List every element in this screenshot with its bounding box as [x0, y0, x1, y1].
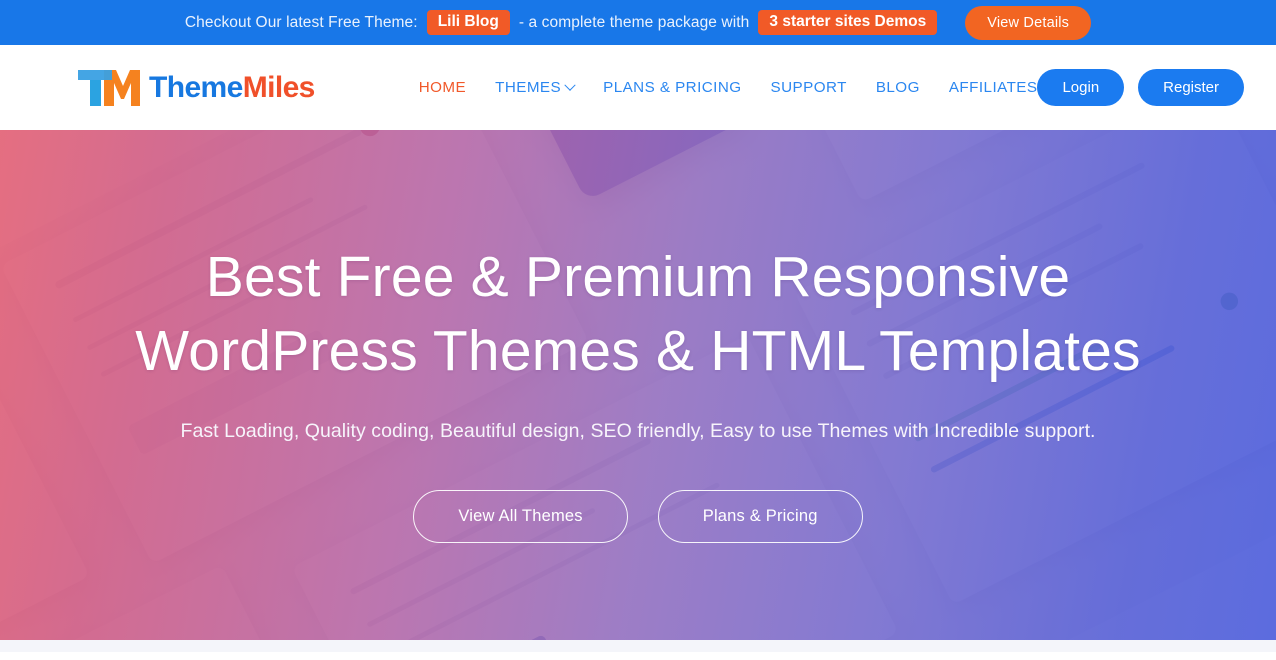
- hero-subtitle: Fast Loading, Quality coding, Beautiful …: [180, 420, 1096, 443]
- nav-item-themes-label: THEMES: [495, 79, 562, 96]
- nav-item-affiliates[interactable]: AFFILIATES: [949, 79, 1038, 96]
- site-logo[interactable]: ThemeMiles: [78, 66, 315, 110]
- logo-word-miles: Miles: [242, 70, 316, 104]
- starter-sites-badge: 3 starter sites Demos: [758, 9, 938, 36]
- announcement-content: Checkout Our latest Free Theme: Lili Blo…: [184, 5, 1092, 40]
- logo-wordmark: ThemeMiles: [149, 70, 316, 104]
- register-button[interactable]: Register: [1138, 69, 1245, 106]
- lili-blog-badge[interactable]: Lili Blog: [426, 9, 510, 36]
- hero-cta-group: View All Themes Plans & Pricing: [413, 490, 863, 544]
- hero-title-line-1: Best Free & Premium Responsive: [205, 245, 1071, 309]
- nav-item-blog[interactable]: BLOG: [876, 79, 920, 96]
- main-navigation: HOME THEMES PLANS & PRICING SUPPORT BLOG…: [419, 79, 1038, 96]
- view-details-button[interactable]: View Details: [965, 5, 1092, 40]
- nav-item-home[interactable]: HOME: [419, 79, 466, 96]
- logo-word-theme: Theme: [149, 70, 243, 104]
- login-button[interactable]: Login: [1037, 69, 1125, 106]
- site-header: ThemeMiles HOME THEMES PLANS & PRICING S…: [0, 45, 1276, 130]
- hero-content: Best Free & Premium Responsive WordPress…: [0, 130, 1276, 652]
- nav-item-themes[interactable]: THEMES: [495, 79, 576, 96]
- nav-item-support[interactable]: SUPPORT: [771, 79, 847, 96]
- announcement-middle-text: - a complete theme package with: [518, 13, 750, 31]
- auth-buttons: Login Register: [1037, 69, 1245, 106]
- hero-section: Best Free & Premium Responsive WordPress…: [0, 130, 1276, 652]
- hero-title-line-2: WordPress Themes & HTML Templates: [135, 319, 1141, 384]
- chevron-down-icon: [564, 79, 576, 91]
- hero-bottom-divider: [0, 640, 1276, 652]
- announcement-bar: Checkout Our latest Free Theme: Lili Blo…: [0, 0, 1276, 45]
- hero-title: Best Free & Premium Responsive WordPress…: [135, 240, 1141, 388]
- view-all-themes-button[interactable]: View All Themes: [413, 490, 628, 544]
- announcement-lead-text: Checkout Our latest Free Theme:: [184, 13, 418, 31]
- nav-item-plans-pricing[interactable]: PLANS & PRICING: [603, 79, 741, 96]
- plans-pricing-button[interactable]: Plans & Pricing: [657, 490, 863, 544]
- thememiles-logo-icon: [78, 66, 140, 110]
